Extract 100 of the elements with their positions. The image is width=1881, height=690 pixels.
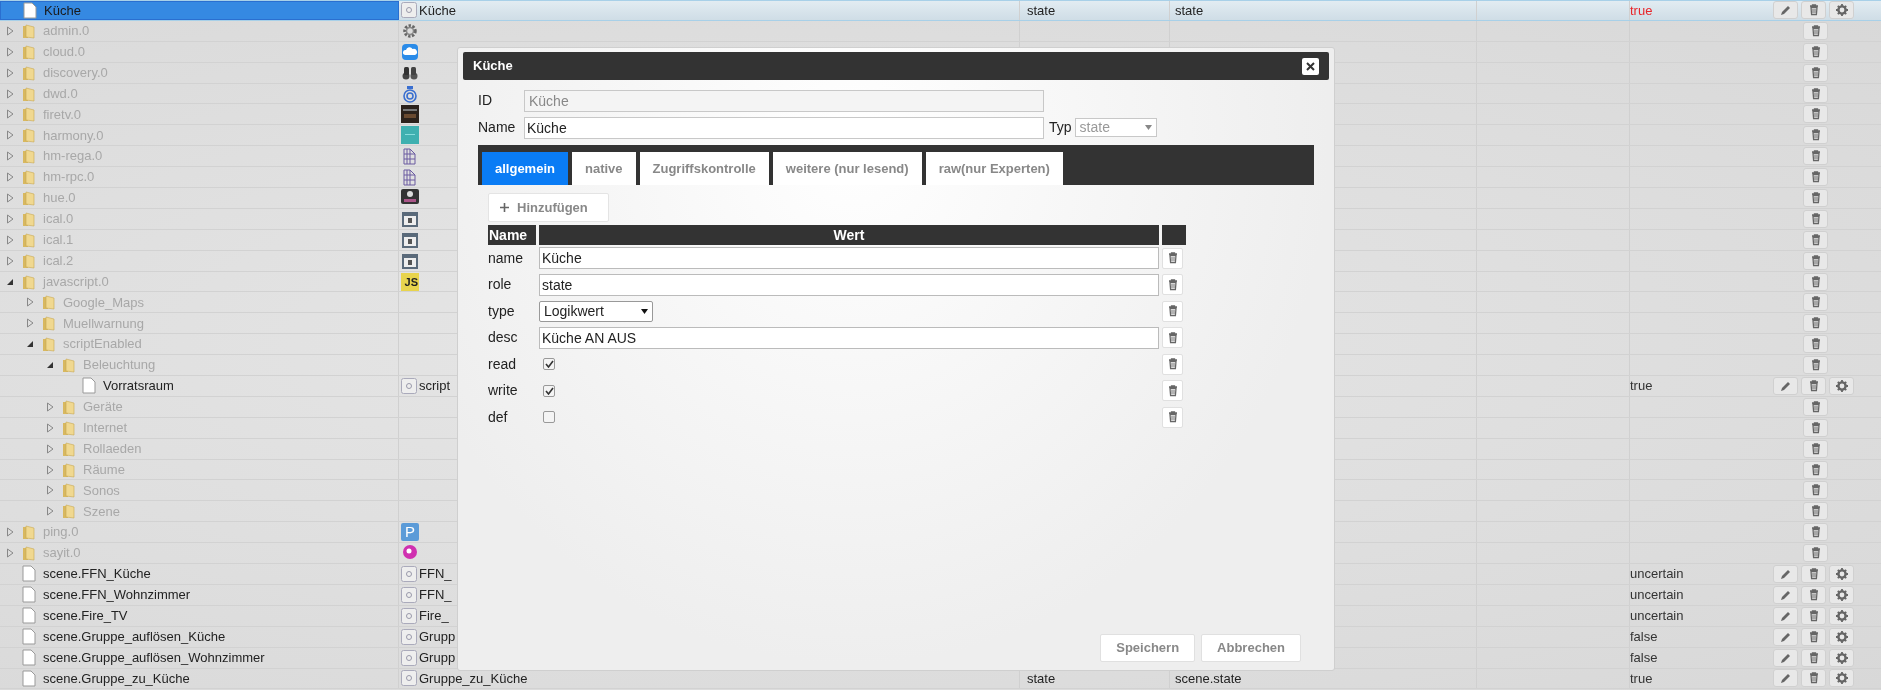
settings-button[interactable] — [1829, 565, 1854, 583]
tree-item-label[interactable]: scriptEnabled — [63, 334, 142, 354]
checkbox[interactable] — [543, 411, 555, 424]
tree-item-label[interactable]: scene.FFN_Küche — [43, 564, 151, 584]
delete-button[interactable] — [1801, 669, 1826, 688]
delete-button[interactable] — [1803, 314, 1828, 333]
delete-button[interactable] — [1803, 84, 1828, 103]
add-button[interactable]: Hinzufügen — [488, 193, 609, 222]
settings-button[interactable] — [1829, 669, 1854, 688]
delete-button[interactable] — [1801, 585, 1826, 604]
tree-item-label[interactable]: Räume — [83, 459, 125, 480]
collapse-toggle[interactable] — [26, 340, 34, 349]
delete-button[interactable] — [1803, 168, 1828, 187]
tree-item-label[interactable]: javascript.0 — [43, 271, 109, 292]
edit-button[interactable] — [1773, 669, 1798, 688]
tree-item-label[interactable]: Google_Maps — [63, 292, 144, 313]
delete-button[interactable] — [1162, 300, 1183, 322]
edit-button[interactable] — [1773, 565, 1798, 583]
delete-button[interactable] — [1803, 147, 1828, 166]
expand-toggle[interactable] — [46, 422, 54, 433]
expand-toggle[interactable] — [6, 213, 14, 224]
delete-button[interactable] — [1162, 327, 1183, 349]
settings-button[interactable] — [1829, 585, 1854, 604]
delete-button[interactable] — [1803, 105, 1828, 124]
expand-toggle[interactable] — [46, 485, 54, 496]
delete-button[interactable] — [1803, 63, 1828, 82]
expand-toggle[interactable] — [6, 109, 14, 120]
delete-button[interactable] — [1803, 523, 1828, 542]
checkbox[interactable] — [543, 358, 555, 371]
tree-item-label[interactable]: scene.Fire_TV — [43, 606, 128, 626]
value-field[interactable]: Küche — [539, 247, 1159, 270]
delete-button[interactable] — [1162, 380, 1183, 402]
delete-button[interactable] — [1801, 1, 1826, 20]
expand-toggle[interactable] — [6, 151, 14, 162]
save-button[interactable]: Speichern — [1100, 634, 1196, 662]
expand-toggle[interactable] — [6, 255, 14, 266]
tree-item-label[interactable]: scene.FFN_Wohnzimmer — [43, 585, 191, 605]
tree-item-label[interactable]: Internet — [83, 418, 128, 438]
collapse-toggle[interactable] — [6, 277, 14, 286]
expand-toggle[interactable] — [6, 46, 14, 57]
settings-button[interactable] — [1829, 1, 1854, 20]
settings-button[interactable] — [1829, 627, 1854, 646]
expand-toggle[interactable] — [46, 401, 54, 412]
cancel-button[interactable]: Abbrechen — [1201, 634, 1301, 662]
checkbox[interactable] — [543, 384, 555, 397]
tree-item-label[interactable]: Geräte — [83, 397, 123, 417]
expand-toggle[interactable] — [6, 548, 14, 559]
tree-item-label[interactable]: scene.Gruppe_auflösen_Küche — [43, 626, 226, 647]
expand-toggle[interactable] — [6, 130, 14, 141]
delete-button[interactable] — [1801, 648, 1826, 667]
delete-button[interactable] — [1803, 460, 1828, 479]
expand-toggle[interactable] — [6, 527, 14, 538]
edit-button[interactable] — [1773, 606, 1798, 625]
delete-button[interactable] — [1803, 126, 1828, 145]
tab[interactable]: native — [571, 152, 636, 185]
delete-button[interactable] — [1803, 188, 1828, 207]
expand-toggle[interactable] — [26, 297, 34, 308]
delete-button[interactable] — [1803, 21, 1828, 40]
tree-item-label[interactable]: Küche — [44, 0, 81, 21]
name-field[interactable]: Küche — [524, 116, 1044, 139]
expand-toggle[interactable] — [6, 88, 14, 99]
delete-button[interactable] — [1803, 397, 1828, 416]
tree-item-label[interactable]: scene.Gruppe_auflösen_Wohnzimmer — [43, 647, 265, 668]
delete-button[interactable] — [1803, 209, 1828, 228]
close-button[interactable] — [1302, 57, 1319, 75]
tree-item-label[interactable]: Vorratsraum — [103, 376, 174, 396]
settings-button[interactable] — [1829, 648, 1854, 667]
delete-button[interactable] — [1803, 502, 1828, 521]
expand-toggle[interactable] — [46, 506, 54, 517]
expand-toggle[interactable] — [6, 25, 14, 36]
delete-button[interactable] — [1803, 481, 1828, 500]
delete-button[interactable] — [1803, 439, 1828, 458]
tab[interactable]: raw(nur Experten) — [925, 152, 1063, 185]
tree-item-label[interactable]: Beleuchtung — [83, 355, 156, 375]
delete-button[interactable] — [1803, 272, 1828, 291]
expand-toggle[interactable] — [6, 172, 14, 183]
delete-button[interactable] — [1162, 406, 1183, 428]
tab[interactable]: weitere (nur lesend) — [772, 152, 922, 185]
delete-button[interactable] — [1803, 42, 1828, 61]
value-field[interactable]: state — [539, 273, 1159, 296]
tree-item-label[interactable]: ical.2 — [43, 250, 74, 271]
tree-item-label[interactable]: Rollaeden — [83, 438, 142, 459]
edit-button[interactable] — [1773, 627, 1798, 646]
delete-button[interactable] — [1803, 418, 1828, 437]
expand-toggle[interactable] — [46, 443, 54, 454]
delete-button[interactable] — [1162, 353, 1183, 375]
expand-toggle[interactable] — [6, 67, 14, 78]
edit-button[interactable] — [1773, 1, 1798, 20]
delete-button[interactable] — [1803, 293, 1828, 312]
delete-button[interactable] — [1162, 247, 1183, 269]
delete-button[interactable] — [1803, 230, 1828, 249]
delete-button[interactable] — [1801, 376, 1826, 395]
typ-select[interactable]: state — [1074, 118, 1157, 137]
delete-button[interactable] — [1803, 251, 1828, 270]
type-select[interactable]: Logikwert — [539, 300, 653, 322]
delete-button[interactable] — [1801, 627, 1826, 646]
tab[interactable]: allgemein — [482, 152, 568, 185]
value-field[interactable]: Küche AN AUS — [539, 326, 1159, 349]
delete-button[interactable] — [1803, 335, 1828, 354]
edit-button[interactable] — [1773, 376, 1798, 395]
